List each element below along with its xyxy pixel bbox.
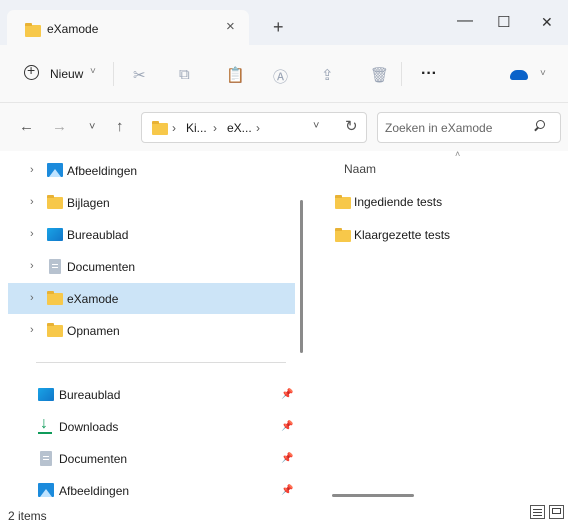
sort-indicator-icon: ˄	[455, 149, 461, 159]
breadcrumb-item[interactable]: Ki...	[186, 121, 207, 135]
folder-icon	[25, 23, 41, 37]
list-item-label: Klaargezette tests	[354, 228, 451, 242]
new-tab-button[interactable]: +	[273, 17, 284, 38]
onedrive-icon[interactable]	[510, 70, 528, 80]
toolbar-separator	[113, 62, 114, 86]
column-header-name[interactable]: Naam	[344, 162, 376, 176]
quick-item-downloads[interactable]	[8, 411, 295, 442]
tiles-box	[552, 508, 561, 514]
details-lines	[533, 509, 542, 510]
back-arrow-icon[interactable]: ←	[19, 118, 34, 135]
nav-divider	[36, 362, 286, 363]
expand-chevron-icon[interactable]: ›	[30, 164, 34, 176]
chevron-down-icon[interactable]: ˅	[540, 68, 546, 79]
rename-icon[interactable]: Ⓐ	[273, 66, 288, 87]
tab-close-button[interactable]: ×	[226, 18, 235, 35]
details-view-icon[interactable]	[530, 505, 545, 519]
expand-chevron-icon[interactable]: ›	[30, 196, 34, 208]
up-arrow-icon[interactable]: ↑	[116, 118, 124, 135]
chevron-down-icon: ˅	[90, 66, 96, 77]
new-button[interactable]: + Nieuw ˅	[16, 60, 106, 88]
documents-icon	[40, 451, 52, 466]
breadcrumb-item[interactable]: eX...	[227, 121, 252, 135]
minimize-button[interactable]: —	[457, 12, 473, 30]
pin-icon[interactable]: 📌	[281, 389, 293, 400]
search-input[interactable]: Zoeken in eXamode	[377, 112, 561, 143]
folder-icon	[335, 228, 351, 242]
status-item-count: 2 items	[8, 509, 47, 523]
forward-arrow-icon[interactable]: →	[52, 118, 67, 135]
folder-icon	[335, 195, 351, 209]
nav-item-label: Afbeeldingen	[67, 164, 138, 178]
quick-item-label: Downloads	[59, 420, 119, 434]
download-icon-base	[38, 432, 52, 434]
folder-icon	[47, 195, 63, 209]
nav-scrollbar[interactable]	[300, 200, 303, 353]
search-placeholder: Zoeken in eXamode	[385, 121, 493, 135]
delete-icon[interactable]: 🗑	[370, 66, 389, 84]
cut-icon[interactable]: ✂	[133, 66, 146, 84]
desktop-icon	[38, 388, 54, 401]
pictures-icon	[38, 483, 54, 497]
breadcrumb-separator: ›	[256, 121, 260, 135]
nav-item-label: Bureaublad	[67, 228, 129, 242]
nav-item-label: Documenten	[67, 260, 136, 274]
folder-icon	[47, 323, 63, 337]
list-item-label: Ingediende tests	[354, 195, 443, 209]
pin-icon[interactable]: 📌	[281, 453, 293, 464]
expand-chevron-icon[interactable]: ›	[30, 260, 34, 272]
plus-icon: +	[27, 62, 36, 78]
tiles-view-icon[interactable]	[549, 505, 564, 519]
recent-chevron-icon[interactable]: ˅	[89, 121, 95, 133]
share-icon[interactable]: ⇪	[321, 66, 334, 84]
nav-item-label: Bijlagen	[67, 196, 110, 210]
tab-examode[interactable]	[7, 10, 249, 45]
folder-icon	[47, 291, 63, 305]
expand-chevron-icon[interactable]: ›	[30, 228, 34, 240]
documents-icon	[49, 259, 61, 274]
tab-title: eXamode	[47, 22, 99, 36]
folder-icon	[152, 121, 168, 135]
refresh-icon[interactable]: ↻	[345, 117, 358, 135]
maximize-button[interactable]: ☐	[497, 13, 510, 31]
pictures-icon	[47, 163, 63, 177]
breadcrumb-separator: ›	[213, 121, 217, 135]
quick-item-label: Afbeeldingen	[59, 484, 130, 498]
address-dropdown-icon[interactable]: ˅	[313, 120, 319, 132]
nav-item-label: Opnamen	[67, 324, 120, 338]
breadcrumb-separator: ›	[172, 121, 176, 135]
pin-icon[interactable]: 📌	[281, 485, 293, 496]
new-button-label: Nieuw	[50, 67, 84, 81]
toolbar-separator	[401, 62, 402, 86]
pin-icon[interactable]: 📌	[281, 421, 293, 432]
close-window-button[interactable]: ✕	[541, 14, 553, 31]
expand-chevron-icon[interactable]: ›	[30, 292, 34, 304]
nav-item-label: eXamode	[67, 292, 119, 306]
expand-chevron-icon[interactable]: ›	[30, 324, 34, 336]
quick-item-label: Bureaublad	[59, 388, 121, 402]
download-icon: ↓	[40, 415, 48, 432]
more-options-button[interactable]: ···	[421, 65, 437, 83]
quick-item-label: Documenten	[59, 452, 128, 466]
content-scrollbar[interactable]	[332, 494, 414, 497]
copy-icon[interactable]: ⧉	[179, 66, 190, 83]
paste-icon[interactable]: 📋	[226, 66, 245, 84]
desktop-icon	[47, 228, 63, 241]
